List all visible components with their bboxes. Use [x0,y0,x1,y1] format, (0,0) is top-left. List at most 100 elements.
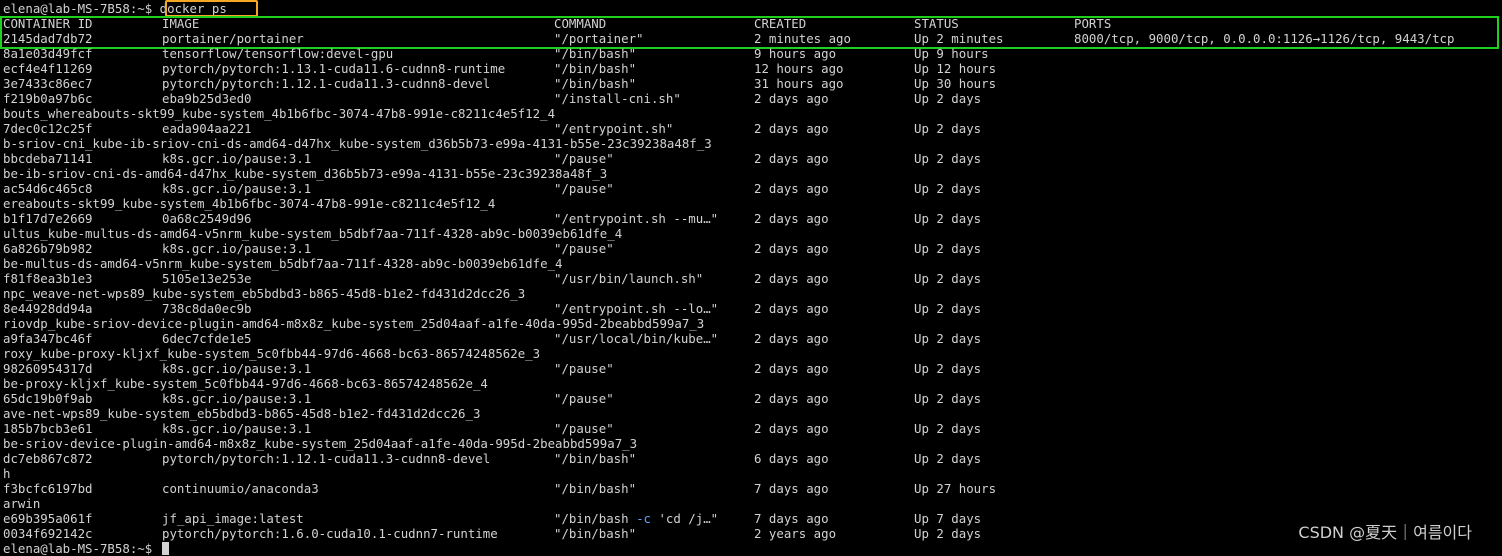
cell-command: "/entrypoint.sh --mu…" [554,211,719,226]
cell-status: Up 2 days [914,211,982,226]
table-row: 185b7bcb3e61 k8s.gcr.io/pause:3.1 "/pause"… [3,421,1502,436]
cell-container-id: f81f8ea3b1e3 [3,271,93,286]
cell-created: 7 days ago [754,481,829,496]
command-flag: -c [636,511,651,526]
wrapped-name-line: be-ib-sriov-cni-ds-amd64-d47hx_kube-syst… [3,166,608,181]
cell-created: 2 days ago [754,391,829,406]
final-prompt-line[interactable]: elena@lab-MS-7B58:~$ [3,541,169,556]
wrapped-name-line: arwin [3,496,41,511]
cell-container-id: 8a1e03d49fcf [3,46,93,61]
cell-status: Up 2 days [914,91,982,106]
cell-created: 2 minutes ago [754,31,851,46]
table-row: dc7eb867c872 pytorch/pytorch:1.12.1-cuda1… [3,451,1502,466]
wrapped-name-line: roxy_kube-proxy-kljxf_kube-system_5c0fbb… [3,346,541,361]
cell-image: k8s.gcr.io/pause:3.1 [162,361,312,376]
cell-created: 2 days ago [754,271,829,286]
cell-image: 0a68c2549d96 [162,211,252,226]
cell-command: "/entrypoint.sh" [554,121,674,136]
prompt: elena@lab-MS-7B58:~$ [3,1,160,16]
cell-image: eada904aa221 [162,121,252,136]
cell-command: "/pause" [554,151,614,166]
cell-status: Up 7 days [914,511,982,526]
cell-command: "/bin/bash" [554,526,637,541]
cell-container-id: 8e44928dd94a [3,301,93,316]
wrapped-name-line: ultus_kube-multus-ds-amd64-v5nrm_kube-sy… [3,226,623,241]
cell-container-id: 2145dad7db72 [3,31,93,46]
cell-command: "/bin/bash" [554,451,637,466]
cell-created: 2 days ago [754,91,829,106]
cell-command: "/pause" [554,421,614,436]
cell-ports: 8000/tcp, 9000/tcp, 0.0.0.0:1126→1126/tc… [1074,31,1455,46]
cell-container-id: f219b0a97b6c [3,91,93,106]
cell-image: k8s.gcr.io/pause:3.1 [162,181,312,196]
wrapped-name-line: be-sriov-device-plugin-amd64-m8x8z_kube-… [3,436,638,451]
cell-image: portainer/portainer [162,31,304,46]
cell-command: "/portainer" [554,31,644,46]
final-prompt: elena@lab-MS-7B58:~$ [3,541,160,556]
cell-status: Up 2 days [914,361,982,376]
table-row: e69b395a061f jf_api_image:latest "/bin/bas… [3,511,1502,526]
table-row: f81f8ea3b1e3 5105e13e253e "/usr/bin/launch… [3,271,1502,286]
cell-image: pytorch/pytorch:1.12.1-cuda11.3-cudnn8-d… [162,451,491,466]
cell-status: Up 2 days [914,526,982,541]
cell-command: "/bin/bash" [554,481,637,496]
wrapped-name-line: be-multus-ds-amd64-v5nrm_kube-system_b5d… [3,256,563,271]
cell-created: 12 hours ago [754,61,844,76]
cell-image: pytorch/pytorch:1.12.1-cuda11.3-cudnn8-d… [162,76,491,91]
cell-status: Up 2 days [914,241,982,256]
cell-command: "/pause" [554,391,614,406]
cell-image: jf_api_image:latest [162,511,304,526]
cell-command: "/entrypoint.sh --lo…" [554,301,719,316]
cell-container-id: 6a826b79b982 [3,241,93,256]
cell-status: Up 2 days [914,421,982,436]
cell-status: Up 2 days [914,331,982,346]
cell-container-id: 7dec0c12c25f [3,121,93,136]
cell-container-id: b1f17d7e2669 [3,211,93,226]
cell-created: 2 days ago [754,211,829,226]
table-row: a9fa347bc46f 6dec7cfde1e5 "/usr/local/bin/… [3,331,1502,346]
cell-created: 2 days ago [754,181,829,196]
cell-created: 7 days ago [754,511,829,526]
cell-created: 2 days ago [754,361,829,376]
cell-container-id: ac54d6c465c8 [3,181,93,196]
cell-status: Up 2 days [914,121,982,136]
cell-status: Up 2 days [914,301,982,316]
cell-status: Up 12 hours [914,61,997,76]
table-row: b1f17d7e2669 0a68c2549d96 "/entrypoint.sh … [3,211,1502,226]
wrapped-name-line: b-sriov-cni_kube-ib-sriov-cni-ds-amd64-d… [3,136,712,151]
cell-status: Up 2 days [914,391,982,406]
cell-image: k8s.gcr.io/pause:3.1 [162,151,312,166]
cell-image: k8s.gcr.io/pause:3.1 [162,241,312,256]
cell-image: k8s.gcr.io/pause:3.1 [162,421,312,436]
cell-container-id: 3e7433c86ec7 [3,76,93,91]
cell-container-id: 185b7bcb3e61 [3,421,93,436]
cell-status: Up 2 days [914,451,982,466]
cell-container-id: 98260954317d [3,361,93,376]
cursor [161,542,169,555]
table-row: ac54d6c465c8 k8s.gcr.io/pause:3.1 "/pause"… [3,181,1502,196]
wrapped-name-line: bouts_whereabouts-skt99_kube-system_4b1b… [3,106,556,121]
table-row: f219b0a97b6c eba9b25d3ed0 "/install-cni.sh… [3,91,1502,106]
cell-command: "/pause" [554,241,614,256]
cell-command: "/bin/bash" [554,61,637,76]
table-row: 0034f692142c pytorch/pytorch:1.6.0-cuda10… [3,526,1502,541]
wrapped-name-line: be-proxy-kljxf_kube-system_5c0fbb44-97d6… [3,376,488,391]
table-row: f3bcfc6197bd continuumio/anaconda3 "/bin/b… [3,481,1502,496]
cell-image: tensorflow/tensorflow:devel-gpu [162,46,394,61]
cell-status: Up 2 days [914,151,982,166]
table-row: 65dc19b0f9ab k8s.gcr.io/pause:3.1 "/pause"… [3,391,1502,406]
cell-image: 6dec7cfde1e5 [162,331,252,346]
cell-command: "/bin/bash -c 'cd /j…" [554,511,718,526]
cell-status: Up 30 hours [914,76,997,91]
cell-status: Up 9 hours [914,46,989,61]
cell-status: Up 27 hours [914,481,997,496]
cell-command-text: 'cd /j…" [650,511,719,526]
table-row: 8e44928dd94a 738c8da0ec9b "/entrypoint.sh … [3,301,1502,316]
command-highlight-box [165,0,258,17]
wrapped-name-line: h [3,466,11,481]
table-row: ecf4e4f11269 pytorch/pytorch:1.13.1-cuda1… [3,61,1502,76]
cell-created: 2 days ago [754,151,829,166]
cell-image: continuumio/anaconda3 [162,481,319,496]
cell-command-text: "/bin/bash [554,511,637,526]
cell-image: 5105e13e253e [162,271,252,286]
